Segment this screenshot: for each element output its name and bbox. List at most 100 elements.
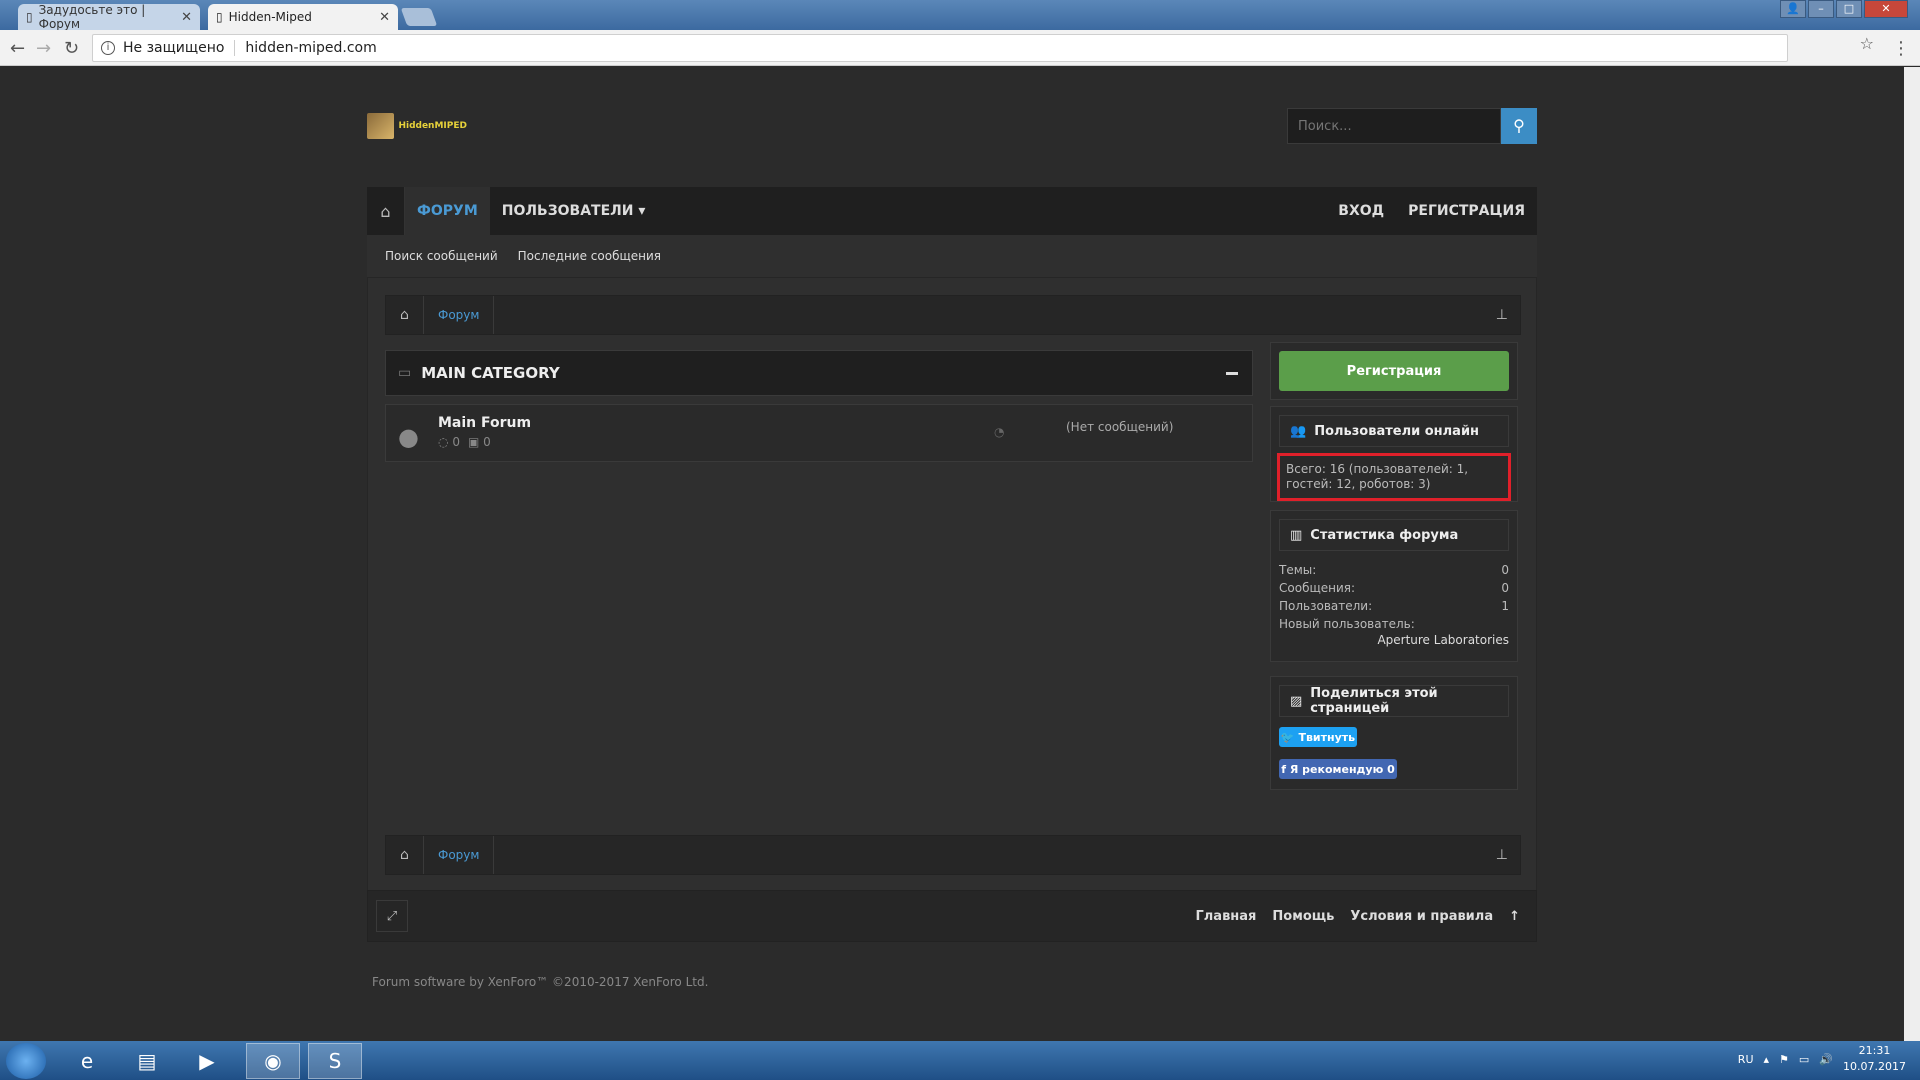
close-tab-icon[interactable]: ✕ — [181, 10, 192, 25]
menu-dots-icon[interactable]: ⋮ — [1892, 38, 1910, 59]
internet-explorer-icon[interactable]: e — [60, 1043, 114, 1079]
windows-taskbar: e ▤ ▶ ◉ S RU ▴ ⚑ ▭ 🔊 21:31 10.07.2017 — [0, 1041, 1920, 1080]
system-tray: RU ▴ ⚑ ▭ 🔊 21:31 10.07.2017 — [1738, 1043, 1906, 1075]
search-messages-link[interactable]: Поиск сообщений — [385, 249, 498, 263]
browser-toolbar: ← → ↻ i Не защищено hidden-miped.com ☆ ⋮ — [0, 30, 1920, 66]
sitemap-icon[interactable]: ⊥ — [1496, 307, 1508, 323]
home-icon: ⌂ — [380, 201, 391, 221]
twitter-icon: 🐦 — [1280, 730, 1295, 744]
search-input[interactable] — [1287, 108, 1501, 144]
threads-icon: ◌ — [438, 435, 449, 449]
page-icon: ▯ — [26, 10, 33, 24]
breadcrumb-home[interactable]: ⌂ — [386, 296, 424, 334]
facebook-like-button[interactable]: f Я рекомендую 0 — [1279, 759, 1397, 779]
sitemap-icon[interactable]: ⊥ — [1496, 847, 1508, 863]
home-button[interactable]: ⌂ — [367, 187, 405, 235]
flag-icon[interactable]: ⚑ — [1779, 1053, 1789, 1066]
copyright-text: Forum software by XenForo™ ©2010-2017 Xe… — [372, 975, 709, 989]
clock[interactable]: 21:31 10.07.2017 — [1843, 1043, 1906, 1075]
stat-label: Темы: — [1279, 563, 1317, 577]
search-icon: ⚲ — [1513, 118, 1525, 135]
online-users-header: 👥 Пользователи онлайн — [1279, 415, 1509, 447]
home-icon: ⌂ — [400, 307, 409, 323]
stat-label: Пользователи: — [1279, 599, 1373, 613]
tab-users[interactable]: ПОЛЬЗОВАТЕЛИ ▾ — [490, 187, 658, 235]
collapse-icon[interactable] — [1226, 371, 1238, 375]
logo-image — [367, 113, 395, 139]
footer-link-terms[interactable]: Условия и правила — [1350, 909, 1493, 924]
volume-icon[interactable]: 🔊 — [1819, 1053, 1833, 1066]
page-icon: ▯ — [216, 10, 223, 24]
footer-link-help[interactable]: Помощь — [1272, 909, 1334, 924]
share-panel: ▨ Поделиться этой страницей 🐦 Твитнуть f… — [1270, 676, 1518, 790]
back-icon[interactable]: ← — [10, 38, 25, 59]
facebook-icon: f — [1281, 762, 1286, 776]
stat-label: Сообщения: — [1279, 581, 1356, 595]
register-button[interactable]: Регистрация — [1279, 351, 1509, 391]
tab-title: Задудосьте это | Форум — [38, 3, 146, 31]
browser-titlebar: ▯ Задудосьте это | Форум ✕ ▯ Hidden-Mipe… — [0, 0, 1920, 31]
skype-icon[interactable]: S — [308, 1043, 362, 1079]
forum-row: ● Main Forum ◌ 0 ▣ 0 ◔ (Нет сообщений) — [385, 404, 1253, 462]
speech-bubble-icon: ● — [398, 423, 419, 451]
recent-messages-link[interactable]: Последние сообщения — [518, 249, 661, 263]
stat-value: 1 — [1501, 599, 1509, 613]
new-tab-button[interactable] — [400, 8, 438, 26]
start-button[interactable] — [6, 1043, 46, 1079]
maximize-button[interactable]: □ — [1836, 0, 1862, 18]
main-nav: ⌂ ФОРУМ ПОЛЬЗОВАТЕЛИ ▾ ВХОД РЕГИСТРАЦИЯ — [367, 187, 1537, 235]
scrollbar[interactable] — [1904, 67, 1920, 1041]
network-icon[interactable]: ▭ — [1799, 1053, 1809, 1066]
media-player-icon[interactable]: ▶ — [180, 1043, 234, 1079]
tweet-button[interactable]: 🐦 Твитнуть — [1279, 727, 1357, 747]
category-header: ▭ MAIN CATEGORY — [385, 350, 1253, 396]
login-link[interactable]: ВХОД — [1326, 187, 1396, 235]
info-icon[interactable]: i — [101, 41, 115, 55]
share-header: ▨ Поделиться этой страницей — [1279, 685, 1509, 717]
expand-button[interactable]: ⤢ — [376, 900, 408, 932]
close-tab-icon[interactable]: ✕ — [379, 10, 390, 25]
new-user-link[interactable]: Aperture Laboratories — [1271, 633, 1517, 651]
forum-name[interactable]: Main Forum — [438, 415, 531, 431]
page-footer: ⤢ Главная Помощь Условия и правила ↑ — [367, 890, 1537, 942]
stat-row: Темы: 0 — [1271, 561, 1517, 579]
category-title[interactable]: MAIN CATEGORY — [421, 364, 559, 382]
online-users-title: Пользователи онлайн — [1314, 423, 1480, 439]
tab-forum[interactable]: ФОРУМ — [405, 187, 490, 235]
address-bar[interactable]: i Не защищено hidden-miped.com — [92, 34, 1788, 62]
search-button[interactable]: ⚲ — [1501, 108, 1537, 144]
site-logo[interactable]: HiddenMIPED — [367, 112, 467, 140]
share-icon: ▨ — [1290, 693, 1303, 709]
logo-text: HiddenMIPED — [398, 121, 467, 131]
breadcrumb-forum[interactable]: Форум — [424, 296, 495, 334]
close-window-button[interactable]: ✕ — [1864, 0, 1908, 18]
forum-stats: ◌ 0 ▣ 0 — [438, 435, 491, 449]
stat-value: 0 — [1501, 581, 1509, 595]
url-text: hidden-miped.com — [245, 40, 377, 56]
stat-row: Сообщения: 0 — [1271, 579, 1517, 597]
footer-link-home[interactable]: Главная — [1196, 909, 1257, 924]
rss-icon[interactable]: ◔ — [994, 425, 1004, 439]
breadcrumb-forum[interactable]: Форум — [424, 836, 495, 874]
reload-icon[interactable]: ↻ — [64, 38, 79, 59]
tray-expand-icon[interactable]: ▴ — [1764, 1053, 1770, 1066]
bookmark-star-icon[interactable]: ☆ — [1860, 34, 1874, 53]
forum-stats-title: Статистика форума — [1310, 527, 1459, 543]
bar-chart-icon: ▥ — [1290, 527, 1303, 543]
language-indicator[interactable]: RU — [1738, 1053, 1754, 1066]
folder-icon[interactable]: ▤ — [120, 1043, 174, 1079]
forward-icon[interactable]: → — [36, 38, 51, 59]
register-link[interactable]: РЕГИСТРАЦИЯ — [1396, 187, 1537, 235]
clock-date: 10.07.2017 — [1843, 1060, 1906, 1073]
browser-tab-2[interactable]: ▯ Hidden-Miped ✕ — [208, 4, 398, 30]
chrome-icon[interactable]: ◉ — [246, 1043, 300, 1079]
breadcrumb-home[interactable]: ⌂ — [386, 836, 424, 874]
arrow-up-icon[interactable]: ↑ — [1509, 909, 1520, 924]
breadcrumb-bottom: ⌂ Форум ⊥ — [385, 835, 1521, 875]
browser-tab-1[interactable]: ▯ Задудосьте это | Форум ✕ — [18, 3, 200, 31]
user-icon[interactable]: 👤 — [1780, 0, 1806, 18]
window-controls: 👤 – □ ✕ — [1780, 0, 1908, 18]
minimize-button[interactable]: – — [1808, 0, 1834, 18]
messages-count: 0 — [483, 435, 491, 449]
footer-links: Главная Помощь Условия и правила ↑ — [1196, 909, 1521, 924]
